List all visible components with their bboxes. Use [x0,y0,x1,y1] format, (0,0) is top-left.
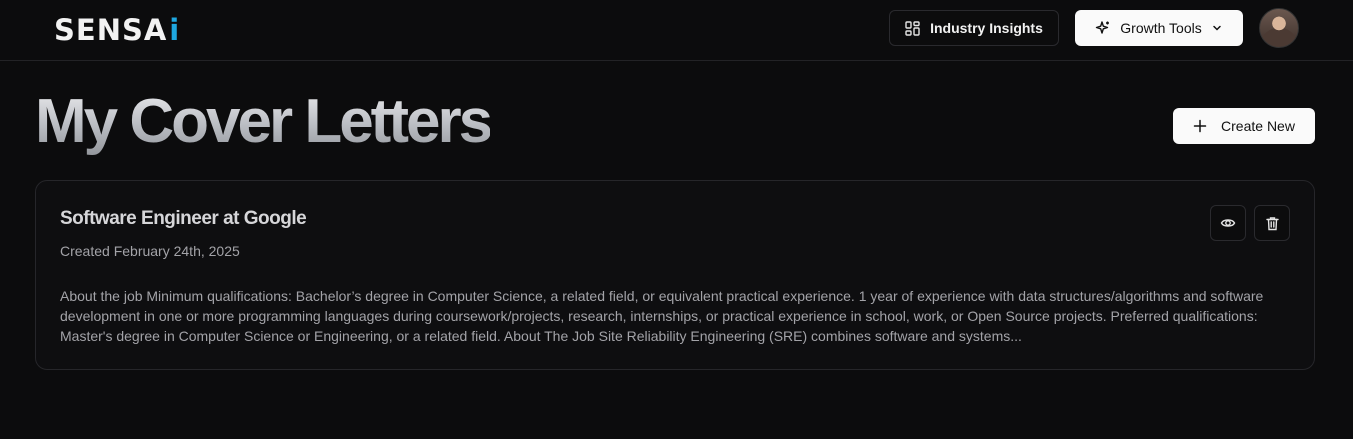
plus-icon [1193,119,1207,133]
industry-insights-label: Industry Insights [930,20,1043,36]
logo-accent: i [169,13,181,47]
chevron-down-icon [1211,22,1223,34]
page-title: My Cover Letters [35,84,493,160]
create-new-button[interactable]: Create New [1173,108,1315,144]
cover-letter-title: Software Engineer at Google [60,208,307,229]
create-new-label: Create New [1221,118,1295,134]
trash-icon [1265,216,1280,231]
view-button[interactable] [1210,205,1246,241]
top-navbar: SENSA i Industry Insights Growth Tools [0,0,1353,61]
delete-button[interactable] [1254,205,1290,241]
cover-letter-description: About the job Minimum qualifications: Ba… [60,288,1264,344]
industry-insights-button[interactable]: Industry Insights [889,10,1059,46]
growth-tools-dropdown[interactable]: Growth Tools [1075,10,1243,46]
user-avatar[interactable] [1259,8,1299,48]
eye-icon [1220,215,1236,231]
sparkles-icon [1095,20,1111,36]
cover-letter-card[interactable]: Software Engineer at Google Created Febr… [35,180,1315,370]
cover-letter-date: Created February 24th, 2025 [60,243,240,259]
grid-icon [905,20,920,36]
sensai-logo[interactable]: SENSA i [54,12,180,48]
growth-tools-label: Growth Tools [1120,20,1202,36]
logo-text: SENSA [54,13,168,47]
